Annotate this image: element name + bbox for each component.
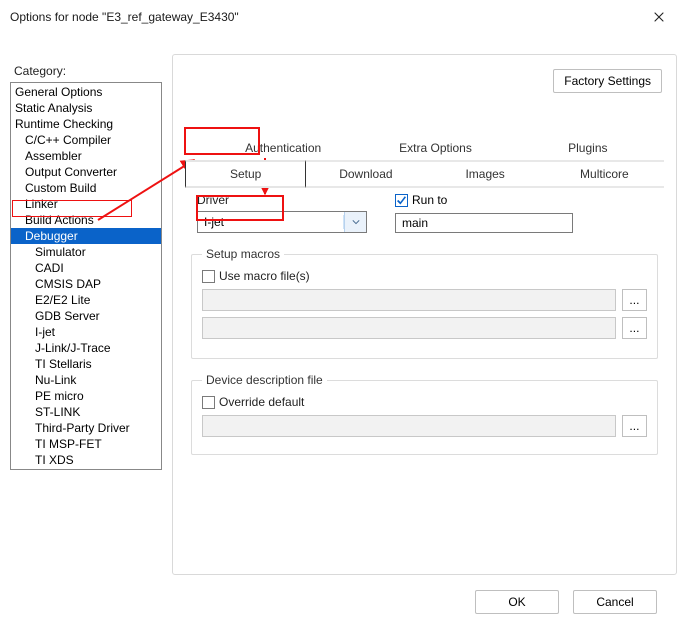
driver-dropdown-value: I-jet [198,215,344,229]
setup-macros-group: Setup macros Use macro file(s) ... ... [191,247,658,359]
category-item[interactable]: TI MSP-FET [11,436,161,452]
ok-button[interactable]: OK [475,590,559,614]
chevron-down-icon[interactable] [344,212,366,232]
run-to-checkbox[interactable] [395,194,408,207]
category-item[interactable]: Assembler [11,148,161,164]
device-description-legend: Device description file [202,373,327,387]
tab-download[interactable]: Download [306,160,425,188]
options-panel: Factory Settings AuthenticationExtra Opt… [172,54,677,575]
tabs: AuthenticationExtra OptionsPlugins Setup… [185,135,664,188]
category-item[interactable]: Debugger [11,228,161,244]
window-title: Options for node "E3_ref_gateway_E3430" [10,10,239,24]
cancel-button[interactable]: Cancel [573,590,657,614]
factory-settings-button[interactable]: Factory Settings [553,69,662,93]
tab-setup[interactable]: Setup [185,160,306,188]
tab-images[interactable]: Images [426,160,545,188]
device-desc-file-input [202,415,616,437]
close-icon[interactable] [641,4,677,30]
dialog-button-bar: OK Cancel [0,581,687,623]
title-bar: Options for node "E3_ref_gateway_E3430" [0,0,687,34]
category-item[interactable]: General Options [11,84,161,100]
device-desc-browse-button[interactable]: ... [622,415,647,437]
setup-macros-legend: Setup macros [202,247,284,261]
category-item[interactable]: CMSIS DAP [11,276,161,292]
category-item[interactable]: E2/E2 Lite [11,292,161,308]
run-to-input[interactable] [395,213,573,233]
device-description-group: Device description file Override default… [191,373,658,455]
category-item[interactable]: TI XDS [11,452,161,468]
category-item[interactable]: CADI [11,260,161,276]
category-item[interactable]: I-jet [11,324,161,340]
driver-dropdown[interactable]: I-jet [197,211,367,233]
tab-plugins[interactable]: Plugins [512,135,664,160]
category-item[interactable]: Nu-Link [11,372,161,388]
category-item[interactable]: Build Actions [11,212,161,228]
category-item[interactable]: Custom Build [11,180,161,196]
macro-file-1-input [202,289,616,311]
override-default-label: Override default [219,395,304,409]
category-item[interactable]: GDB Server [11,308,161,324]
override-default-checkbox[interactable] [202,396,215,409]
category-item[interactable]: PE micro [11,388,161,404]
use-macro-label: Use macro file(s) [219,269,310,283]
tab-authentication[interactable]: Authentication [207,135,359,160]
tab-setup-content: Driver I-jet Run to Setup macros [185,189,664,562]
tab-extra-options[interactable]: Extra Options [359,135,511,160]
category-item[interactable]: Third-Party Driver [11,420,161,436]
use-macro-checkbox[interactable] [202,270,215,283]
category-item[interactable]: Output Converter [11,164,161,180]
run-to-label: Run to [412,193,447,207]
category-item[interactable]: Static Analysis [11,100,161,116]
tab-multicore[interactable]: Multicore [545,160,664,188]
macro-file-2-browse-button[interactable]: ... [622,317,647,339]
category-item[interactable]: Runtime Checking [11,116,161,132]
driver-label: Driver [197,193,367,207]
category-listbox[interactable]: General OptionsStatic AnalysisRuntime Ch… [10,82,162,470]
macro-file-2-input [202,317,616,339]
macro-file-1-browse-button[interactable]: ... [622,289,647,311]
category-item[interactable]: C/C++ Compiler [11,132,161,148]
category-item[interactable]: J-Link/J-Trace [11,340,161,356]
category-item[interactable]: Simulator [11,244,161,260]
category-item[interactable]: TI Stellaris [11,356,161,372]
category-item[interactable]: ST-LINK [11,404,161,420]
category-item[interactable]: Linker [11,196,161,212]
